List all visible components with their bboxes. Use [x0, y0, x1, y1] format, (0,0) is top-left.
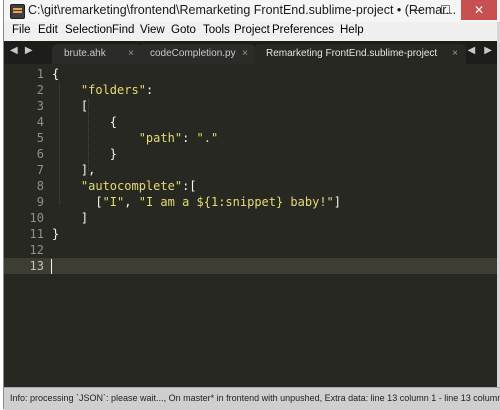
tab-scroll-arrows-icon[interactable]: ◀ ▶	[467, 45, 495, 56]
menu-goto[interactable]: Goto	[171, 24, 196, 36]
code-punctuation: ,	[124, 195, 139, 209]
code-indent: [	[52, 195, 103, 209]
code-punctuation: :	[182, 131, 197, 145]
menu-tools[interactable]: Tools	[203, 24, 230, 36]
current-line-highlight	[4, 258, 500, 274]
line-number: 9	[36, 195, 44, 209]
code-line-3: [	[52, 99, 88, 113]
tab-codecompletion-py[interactable]: codeCompletion.py ×	[138, 44, 256, 64]
menu-project[interactable]: Project	[234, 24, 270, 36]
menu-edit[interactable]: Edit	[38, 24, 58, 36]
line-number-gutter: 1 2 3 4 5 6 7 8 9 10 11 12 13	[4, 64, 44, 387]
code-line-11: }	[52, 227, 59, 241]
code-line-4: {	[52, 115, 117, 129]
line-number: 12	[29, 243, 44, 257]
tab-nav-arrows-icon[interactable]: ◀ ▶	[10, 45, 35, 56]
line-number: 8	[36, 179, 44, 193]
code-line-10: ]	[52, 211, 88, 225]
code-text: }	[52, 147, 118, 161]
json-key: "autocomplete"	[80, 179, 183, 193]
code-punctuation: :[	[182, 179, 197, 193]
line-number: 5	[36, 131, 44, 145]
status-message: Info: processing `JSON`: please wait...,…	[10, 393, 500, 403]
json-key: "folders"	[80, 83, 146, 97]
minimize-button[interactable]: —	[403, 0, 430, 20]
menu-selection[interactable]: Selection	[65, 24, 112, 36]
line-number: 10	[29, 211, 44, 225]
code-line-2: "folders":	[52, 83, 153, 97]
tab-close-icon[interactable]: ×	[452, 44, 458, 64]
tab-close-icon[interactable]: ×	[128, 44, 134, 64]
tab-label: codeCompletion.py	[150, 48, 236, 59]
json-string-value: "I"	[102, 195, 125, 209]
line-number: 4	[36, 115, 44, 129]
text-cursor	[51, 259, 52, 274]
json-string-value: "I am a ${1:snippet} baby!"	[138, 195, 334, 209]
json-key: "path"	[138, 131, 183, 145]
code-text: ],	[52, 163, 96, 177]
tab-label: brute.ahk	[64, 48, 106, 59]
menu-view[interactable]: View	[140, 24, 165, 36]
code-text: [	[52, 99, 89, 113]
sublime-app-icon	[10, 4, 25, 19]
code-text: {	[52, 115, 118, 129]
code-punctuation: ]	[333, 195, 342, 209]
code-line-9: ["I", "I am a ${1:snippet} baby!"]	[52, 195, 341, 209]
menu-preferences[interactable]: Preferences	[272, 24, 334, 36]
line-number: 11	[29, 227, 44, 241]
line-number: 6	[36, 147, 44, 161]
line-number: 1	[36, 67, 44, 81]
code-editor[interactable]: 1 2 3 4 5 6 7 8 9 10 11 12 13 { "folders…	[4, 64, 500, 387]
menu-file[interactable]: File	[12, 24, 31, 36]
menu-help[interactable]: Help	[340, 24, 364, 36]
code-text: ]	[52, 211, 89, 225]
line-number: 7	[36, 163, 44, 177]
code-line-8: "autocomplete":[	[52, 179, 197, 193]
code-text: {	[52, 67, 60, 81]
line-number-current: 13	[29, 259, 44, 273]
menu-find[interactable]: Find	[112, 24, 134, 36]
code-text: }	[52, 227, 60, 241]
maximize-button[interactable]: ☐	[432, 0, 459, 20]
code-line-5: "path": "."	[52, 131, 219, 145]
tab-bar: ◀ ▶ brute.ahk × codeCompletion.py × Rema…	[4, 41, 500, 64]
tab-label: Remarketing FrontEnd.sublime-project	[266, 48, 438, 59]
window-title: C:\git\remarketing\frontend\Remarketing …	[28, 3, 457, 17]
code-line-1: {	[52, 67, 59, 81]
json-string-value: "."	[196, 131, 219, 145]
code-line-7: ],	[52, 163, 95, 177]
tab-brute-ahk[interactable]: brute.ahk ×	[52, 44, 142, 64]
sublime-window: C:\git\remarketing\frontend\Remarketing …	[3, 0, 500, 410]
close-button[interactable]: ✕	[461, 0, 497, 20]
status-bar: Info: processing `JSON`: please wait...,…	[4, 387, 500, 410]
code-punctuation: :	[145, 83, 154, 97]
menu-bar: File Edit Selection Find View Goto Tools…	[4, 22, 500, 41]
tab-remarketing-sublime-project[interactable]: Remarketing FrontEnd.sublime-project ×	[254, 44, 466, 64]
line-number: 3	[36, 99, 44, 113]
line-number: 2	[36, 83, 44, 97]
code-line-6: }	[52, 147, 117, 161]
title-bar: C:\git\remarketing\frontend\Remarketing …	[4, 0, 500, 23]
tab-close-icon[interactable]: ×	[242, 44, 248, 64]
